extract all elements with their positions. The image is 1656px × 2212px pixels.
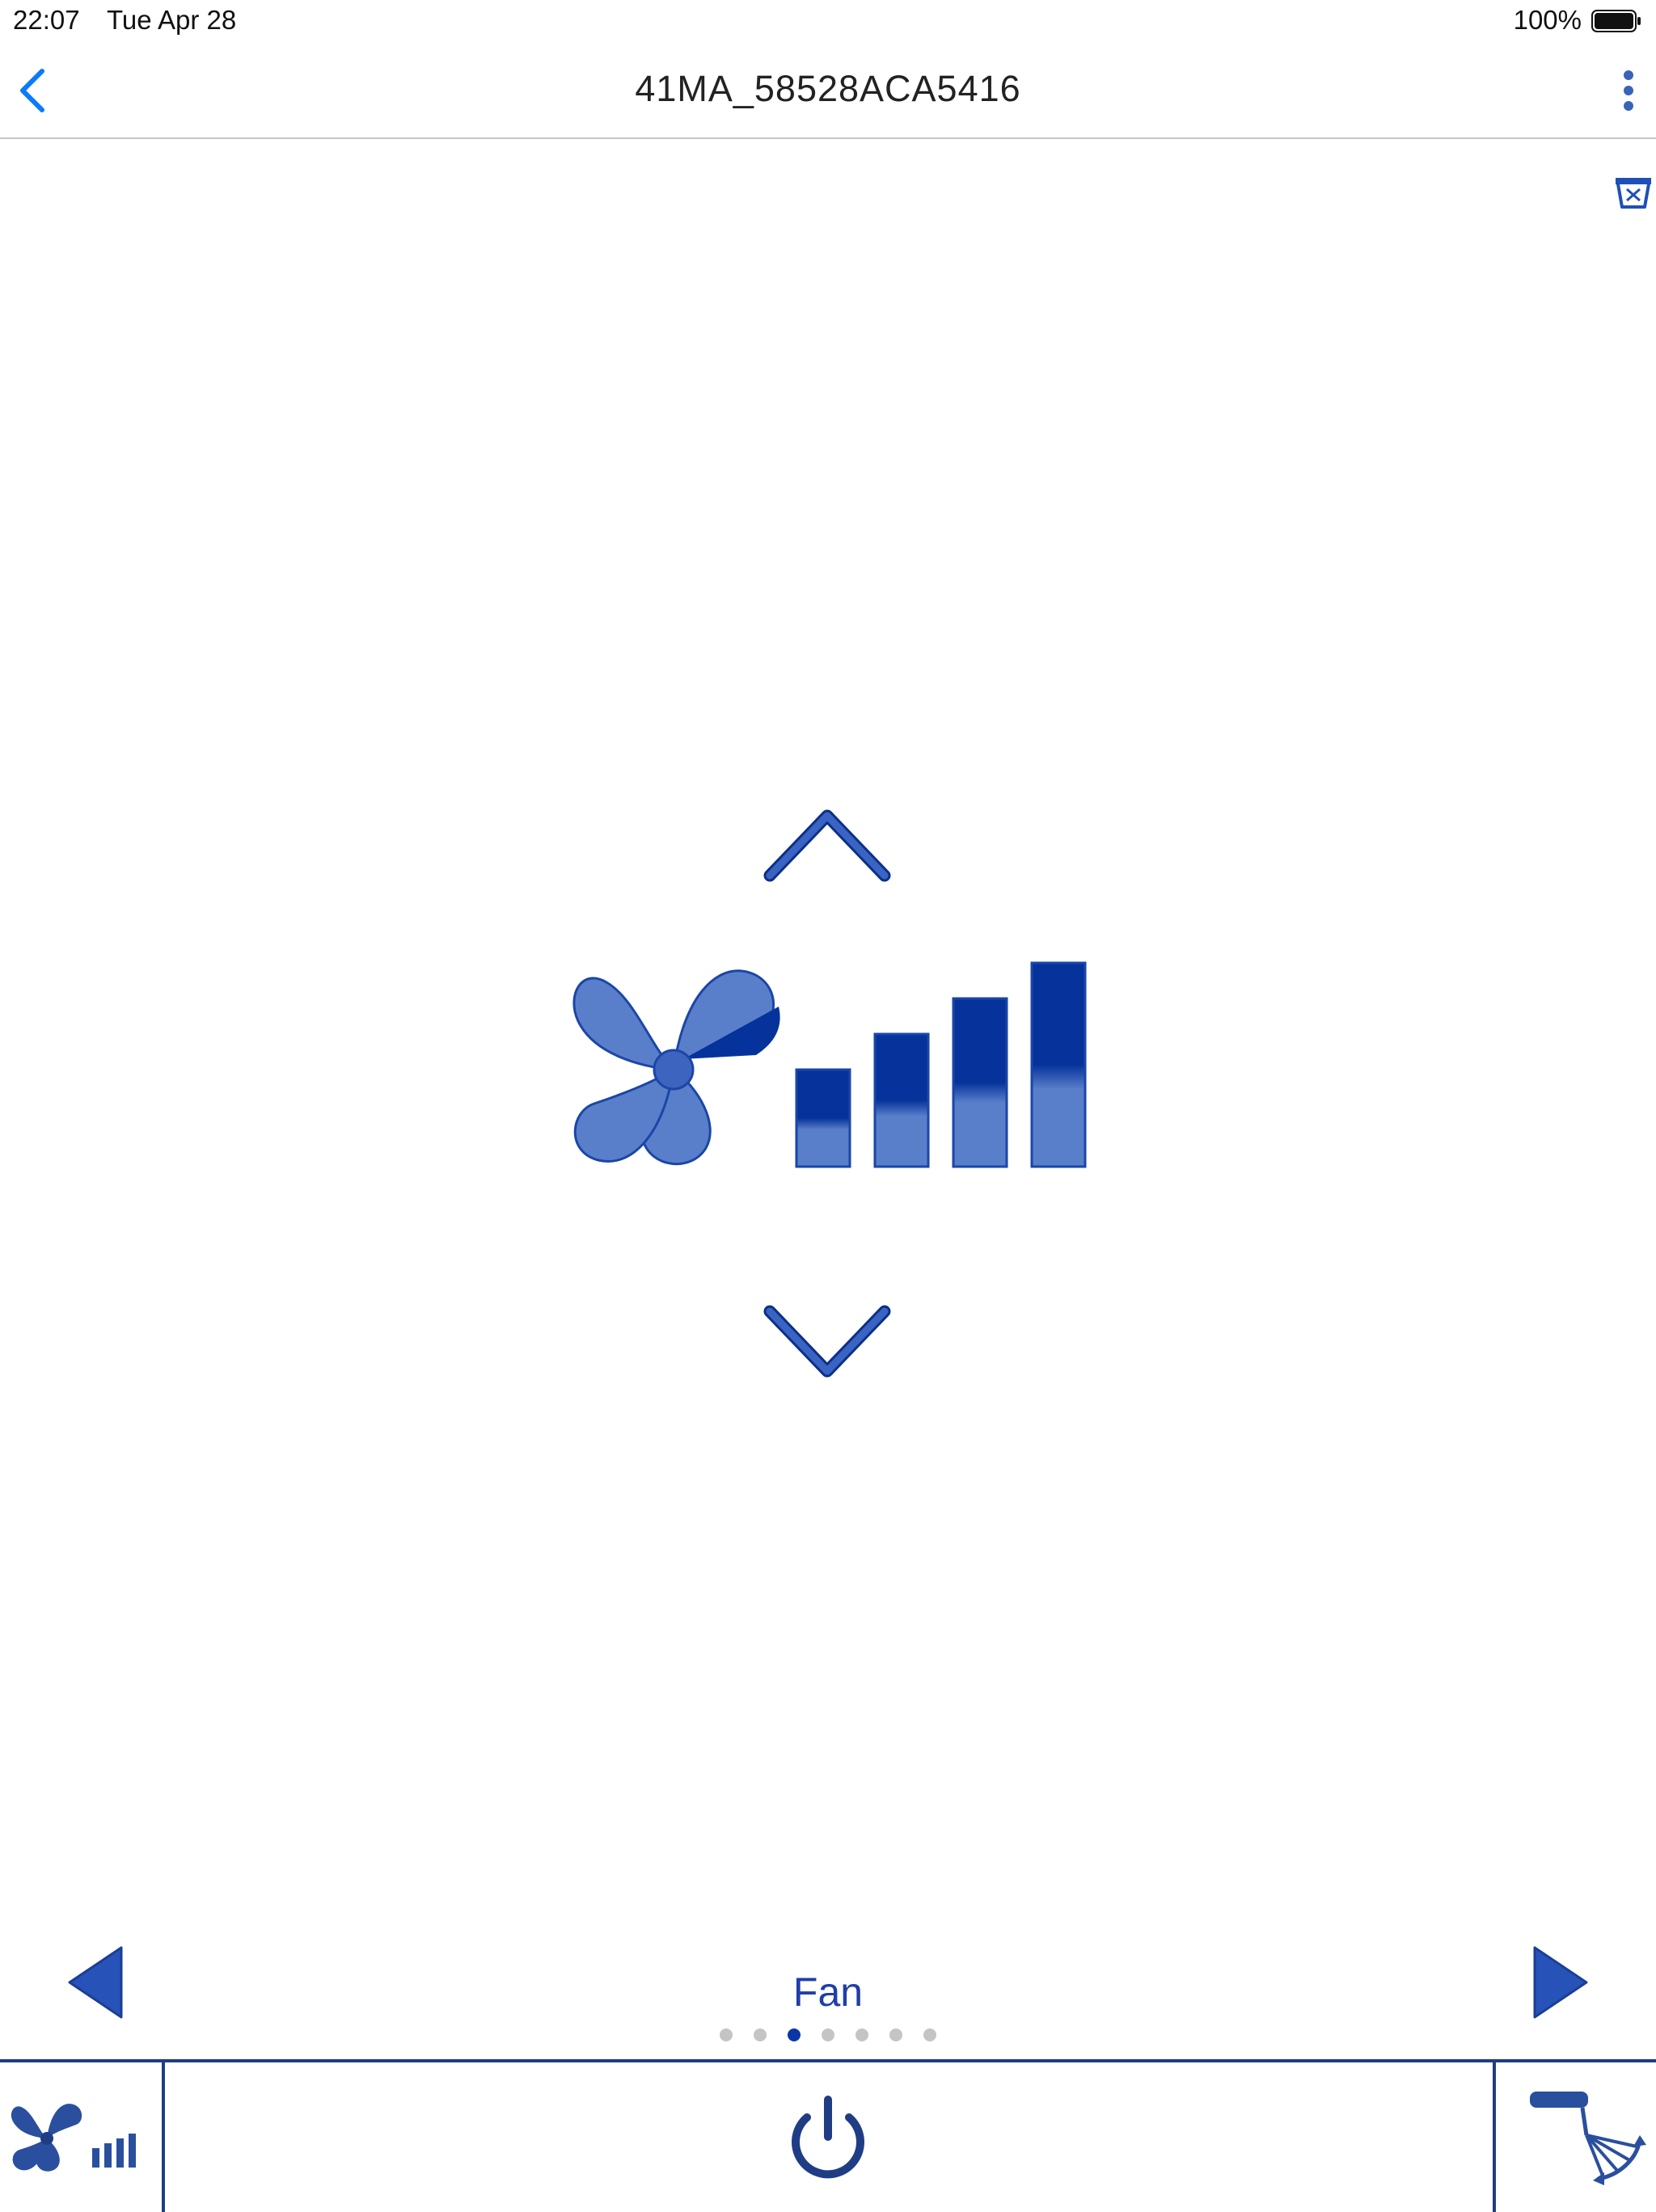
page-dot[interactable] [720,2028,733,2041]
battery-percentage: 100% [1513,5,1582,35]
fan-speed-icon [11,2104,136,2172]
status-bar: 22:07 Tue Apr 28 100% [0,0,1656,42]
swing-mode-tab[interactable] [1498,2062,1656,2209]
page-dot[interactable] [754,2028,767,2041]
chevron-up-icon [763,809,891,882]
power-button[interactable] [784,2095,872,2184]
more-options-button[interactable] [1612,66,1645,115]
triangle-right-icon [1533,1946,1588,2019]
fan-speed-up-button[interactable] [762,804,893,885]
toolbar-divider [1493,2062,1496,2212]
swing-icon [1530,2092,1646,2185]
status-date: Tue Apr 28 [107,5,237,35]
bottom-toolbar [0,2059,1656,2212]
mode-label: Fan [792,1969,864,2015]
fan-speed-down-button[interactable] [762,1302,893,1382]
vertical-ellipsis-icon [1624,70,1633,111]
page-dot[interactable] [923,2028,936,2041]
page-dot[interactable] [855,2028,868,2041]
fan-speed-icon [572,961,1087,1168]
next-mode-button[interactable] [1531,1944,1590,2020]
status-time: 22:07 [13,5,80,35]
navigation-bar: 41MA_58528ACA5416 [0,42,1656,139]
power-icon [792,2096,864,2179]
filter-icon [1616,178,1651,209]
chevron-down-icon [763,1305,891,1378]
page-dot[interactable] [889,2028,902,2041]
fan-mode-tab[interactable] [0,2062,162,2209]
battery-icon [1591,10,1641,32]
toolbar-divider [162,2062,165,2212]
page-indicator[interactable] [0,2028,1656,2045]
page-dot[interactable] [822,2028,834,2041]
page-title: 41MA_58528ACA5416 [635,68,1021,109]
page-dot-active[interactable] [788,2028,801,2041]
